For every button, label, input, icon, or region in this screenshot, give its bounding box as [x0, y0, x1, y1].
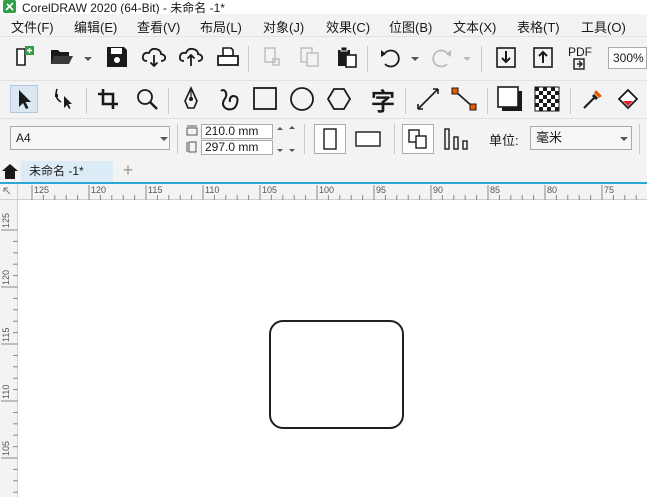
undo-dropdown-arrow[interactable]: [411, 57, 419, 61]
pick-tool-icon[interactable]: [10, 85, 38, 113]
connector-tool-icon[interactable]: [450, 85, 478, 113]
ruler-label: 105: [1, 441, 11, 456]
zoom-level-input[interactable]: 300%: [608, 47, 647, 69]
redo-dropdown-arrow[interactable]: [463, 57, 471, 61]
coreldraw-logo-icon: [3, 0, 16, 13]
parallel-dimension-icon[interactable]: [414, 85, 442, 113]
ruler-label: 110: [1, 385, 11, 399]
page-width-spinner[interactable]: [275, 124, 297, 139]
ruler-label: 115: [1, 328, 11, 342]
units-value: 毫米: [536, 130, 563, 145]
paste-icon[interactable]: [333, 43, 361, 71]
ruler-label: 110: [205, 185, 219, 195]
title-bar: CorelDRAW 2020 (64-Bit) - 未命名 -1*: [0, 0, 647, 15]
page-height-icon: [186, 141, 198, 156]
home-icon: [2, 164, 18, 179]
vertical-ruler[interactable]: 125 120 115 110 105: [0, 200, 18, 497]
pen-tool-icon[interactable]: [177, 85, 205, 113]
current-page-button[interactable]: [440, 124, 472, 154]
open-dropdown-arrow[interactable]: [84, 57, 92, 61]
publish-pdf-icon[interactable]: PDF: [565, 41, 595, 75]
transparency-icon[interactable]: [533, 85, 561, 113]
shape-tool-icon[interactable]: [50, 85, 78, 113]
cut-icon[interactable]: [258, 43, 286, 71]
ruler-label: 100: [319, 185, 334, 195]
rectangle-tool-icon[interactable]: [251, 85, 279, 113]
ellipse-tool-icon[interactable]: [288, 85, 316, 113]
export-icon[interactable]: [529, 43, 557, 71]
units-select[interactable]: 毫米: [530, 126, 632, 150]
drawing-canvas[interactable]: [18, 200, 647, 497]
ruler-label: 120: [1, 270, 11, 285]
tab-document[interactable]: 未命名 -1*: [21, 161, 113, 182]
menu-view[interactable]: 查看(V): [137, 17, 180, 36]
ruler-label: 115: [148, 185, 162, 195]
menu-layout[interactable]: 布局(L): [200, 17, 242, 36]
polygon-tool-icon[interactable]: [325, 85, 353, 113]
eyedropper-icon[interactable]: [579, 85, 607, 113]
text-tool-icon[interactable]: 字: [369, 85, 397, 116]
save-icon[interactable]: [103, 43, 131, 71]
ruler-label: 105: [262, 185, 277, 195]
toolbox-row: 字: [0, 80, 647, 119]
page-height-field[interactable]: 297.0 mm: [201, 140, 273, 155]
cloud-upload-icon[interactable]: [177, 43, 205, 71]
undo-icon[interactable]: [376, 43, 404, 71]
ruler-label: 125: [1, 213, 11, 228]
page-height-spinner[interactable]: [275, 140, 297, 155]
chevron-down-icon: [620, 137, 628, 141]
menu-bar: 文件(F) 编辑(E) 查看(V) 布局(L) 对象(J) 效果(C) 位图(B…: [0, 14, 647, 36]
page-width-field[interactable]: 210.0 mm: [201, 124, 273, 139]
all-pages-button[interactable]: [402, 124, 434, 154]
menu-bitmaps[interactable]: 位图(B): [389, 17, 432, 36]
ruler-label: 75: [604, 185, 614, 195]
landscape-orientation-button[interactable]: [352, 124, 384, 154]
menu-edit[interactable]: 编辑(E): [74, 17, 117, 36]
zoom-tool-icon[interactable]: [133, 85, 161, 113]
chevron-down-icon: [160, 137, 168, 141]
fill-icon[interactable]: [615, 85, 643, 113]
menu-object[interactable]: 对象(J): [263, 17, 304, 36]
drop-shadow-icon[interactable]: [496, 85, 524, 113]
ruler-label: 120: [91, 185, 106, 195]
rounded-rectangle-shape[interactable]: [269, 320, 404, 429]
standard-toolbar: PDF 300%: [0, 36, 647, 81]
portrait-orientation-button[interactable]: [314, 124, 346, 154]
menu-table[interactable]: 表格(T): [517, 17, 560, 36]
import-icon[interactable]: [492, 43, 520, 71]
ruler-label: 85: [490, 185, 500, 195]
freehand-tool-icon[interactable]: [215, 85, 243, 113]
crop-tool-icon[interactable]: [94, 85, 122, 113]
menu-file[interactable]: 文件(F): [11, 17, 54, 36]
add-tab-button[interactable]: +: [117, 161, 139, 182]
ruler-origin[interactable]: [0, 184, 18, 200]
ruler-label: 80: [547, 185, 557, 195]
page-width-icon: [186, 125, 198, 140]
copy-icon[interactable]: [296, 43, 324, 71]
menu-text[interactable]: 文本(X): [453, 17, 496, 36]
new-document-icon[interactable]: [10, 43, 38, 71]
pdf-label: PDF: [568, 45, 592, 59]
print-icon[interactable]: [214, 43, 242, 71]
menu-effects[interactable]: 效果(C): [326, 17, 370, 36]
menu-tools[interactable]: 工具(O): [581, 17, 626, 36]
ruler-label: 90: [433, 185, 443, 195]
page-size-value: A4: [16, 131, 31, 145]
cloud-download-icon[interactable]: [140, 43, 168, 71]
ruler-label: 95: [376, 185, 386, 195]
open-folder-icon[interactable]: [48, 43, 76, 71]
ruler-label: 125: [34, 185, 49, 195]
page-size-select[interactable]: A4: [10, 126, 170, 150]
home-tab[interactable]: [0, 161, 20, 182]
horizontal-ruler[interactable]: 125 120 115 110 105 100 95 90 85 80 75: [18, 184, 647, 200]
redo-icon[interactable]: [428, 43, 456, 71]
units-label: 单位:: [489, 133, 519, 148]
